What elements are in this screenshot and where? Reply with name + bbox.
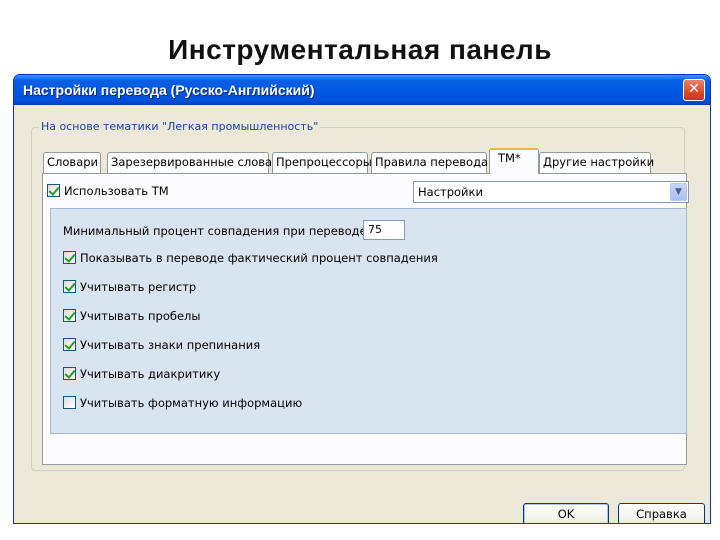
tab-tm[interactable]: ТМ* [489,148,539,174]
option-formatting-row[interactable]: Учитывать форматную информацию [63,396,302,410]
ok-button[interactable]: OK [523,503,609,523]
option-diacritics-row[interactable]: Учитывать диакритику [63,367,220,381]
use-tm-checkbox[interactable] [47,184,60,197]
option-spaces-row[interactable]: Учитывать пробелы [63,309,200,323]
chevron-down-icon[interactable]: ▼ [670,183,687,201]
tm-options-area: Минимальный процент совпадения при перев… [50,208,687,434]
option-label: Учитывать регистр [80,280,197,294]
window-title: Настройки перевода (Русско-Английский) [23,82,315,98]
option-label: Учитывать форматную информацию [80,396,303,410]
tab-reserved-words[interactable]: Зарезервированные слова [107,152,272,173]
tab-translation-rules[interactable]: Правила перевода [371,152,488,173]
option-checkbox[interactable] [63,396,76,409]
option-checkbox[interactable] [63,251,76,264]
use-tm-checkbox-row[interactable]: Использовать ТМ [47,184,169,198]
title-bar[interactable]: Настройки перевода (Русско-Английский) ✕ [14,75,710,105]
option-label: Учитывать знаки препинания [80,338,261,352]
option-checkbox[interactable] [63,338,76,351]
tab-preprocessors[interactable]: Препроцессоры [272,152,372,173]
option-label: Учитывать диакритику [80,367,221,381]
option-punctuation-row[interactable]: Учитывать знаки препинания [63,338,260,352]
use-tm-label: Использовать ТМ [64,184,169,198]
tm-tab-panel: Использовать ТМ Настройки ▼ Минимальный … [42,173,689,465]
option-checkbox[interactable] [63,367,76,380]
option-label: Учитывать пробелы [80,309,201,323]
close-icon: ✕ [688,81,700,97]
settings-dropdown[interactable]: Настройки ▼ [413,181,689,203]
tab-other-settings[interactable]: Другие настройки [539,152,654,173]
close-button[interactable]: ✕ [683,79,705,101]
help-button[interactable]: Справка [618,503,705,523]
slide-title: Инструментальная панель [168,34,552,65]
min-match-label: Минимальный процент совпадения при перев… [63,224,367,238]
theme-group-label: На основе тематики "Легкая промышленност… [39,120,321,133]
option-label: Показывать в переводе фактический процен… [80,251,438,265]
settings-dropdown-value: Настройки [418,185,483,199]
option-checkbox[interactable] [63,309,76,322]
dialog-client-area: На основе тематики "Легкая промышленност… [17,105,707,523]
option-case-row[interactable]: Учитывать регистр [63,280,196,294]
option-checkbox[interactable] [63,280,76,293]
settings-dialog: Настройки перевода (Русско-Английский) ✕… [13,74,711,524]
min-match-input[interactable]: 75 [363,220,405,240]
tab-dictionaries[interactable]: Словари [43,152,101,173]
option-show-match-row[interactable]: Показывать в переводе фактический процен… [63,251,438,265]
